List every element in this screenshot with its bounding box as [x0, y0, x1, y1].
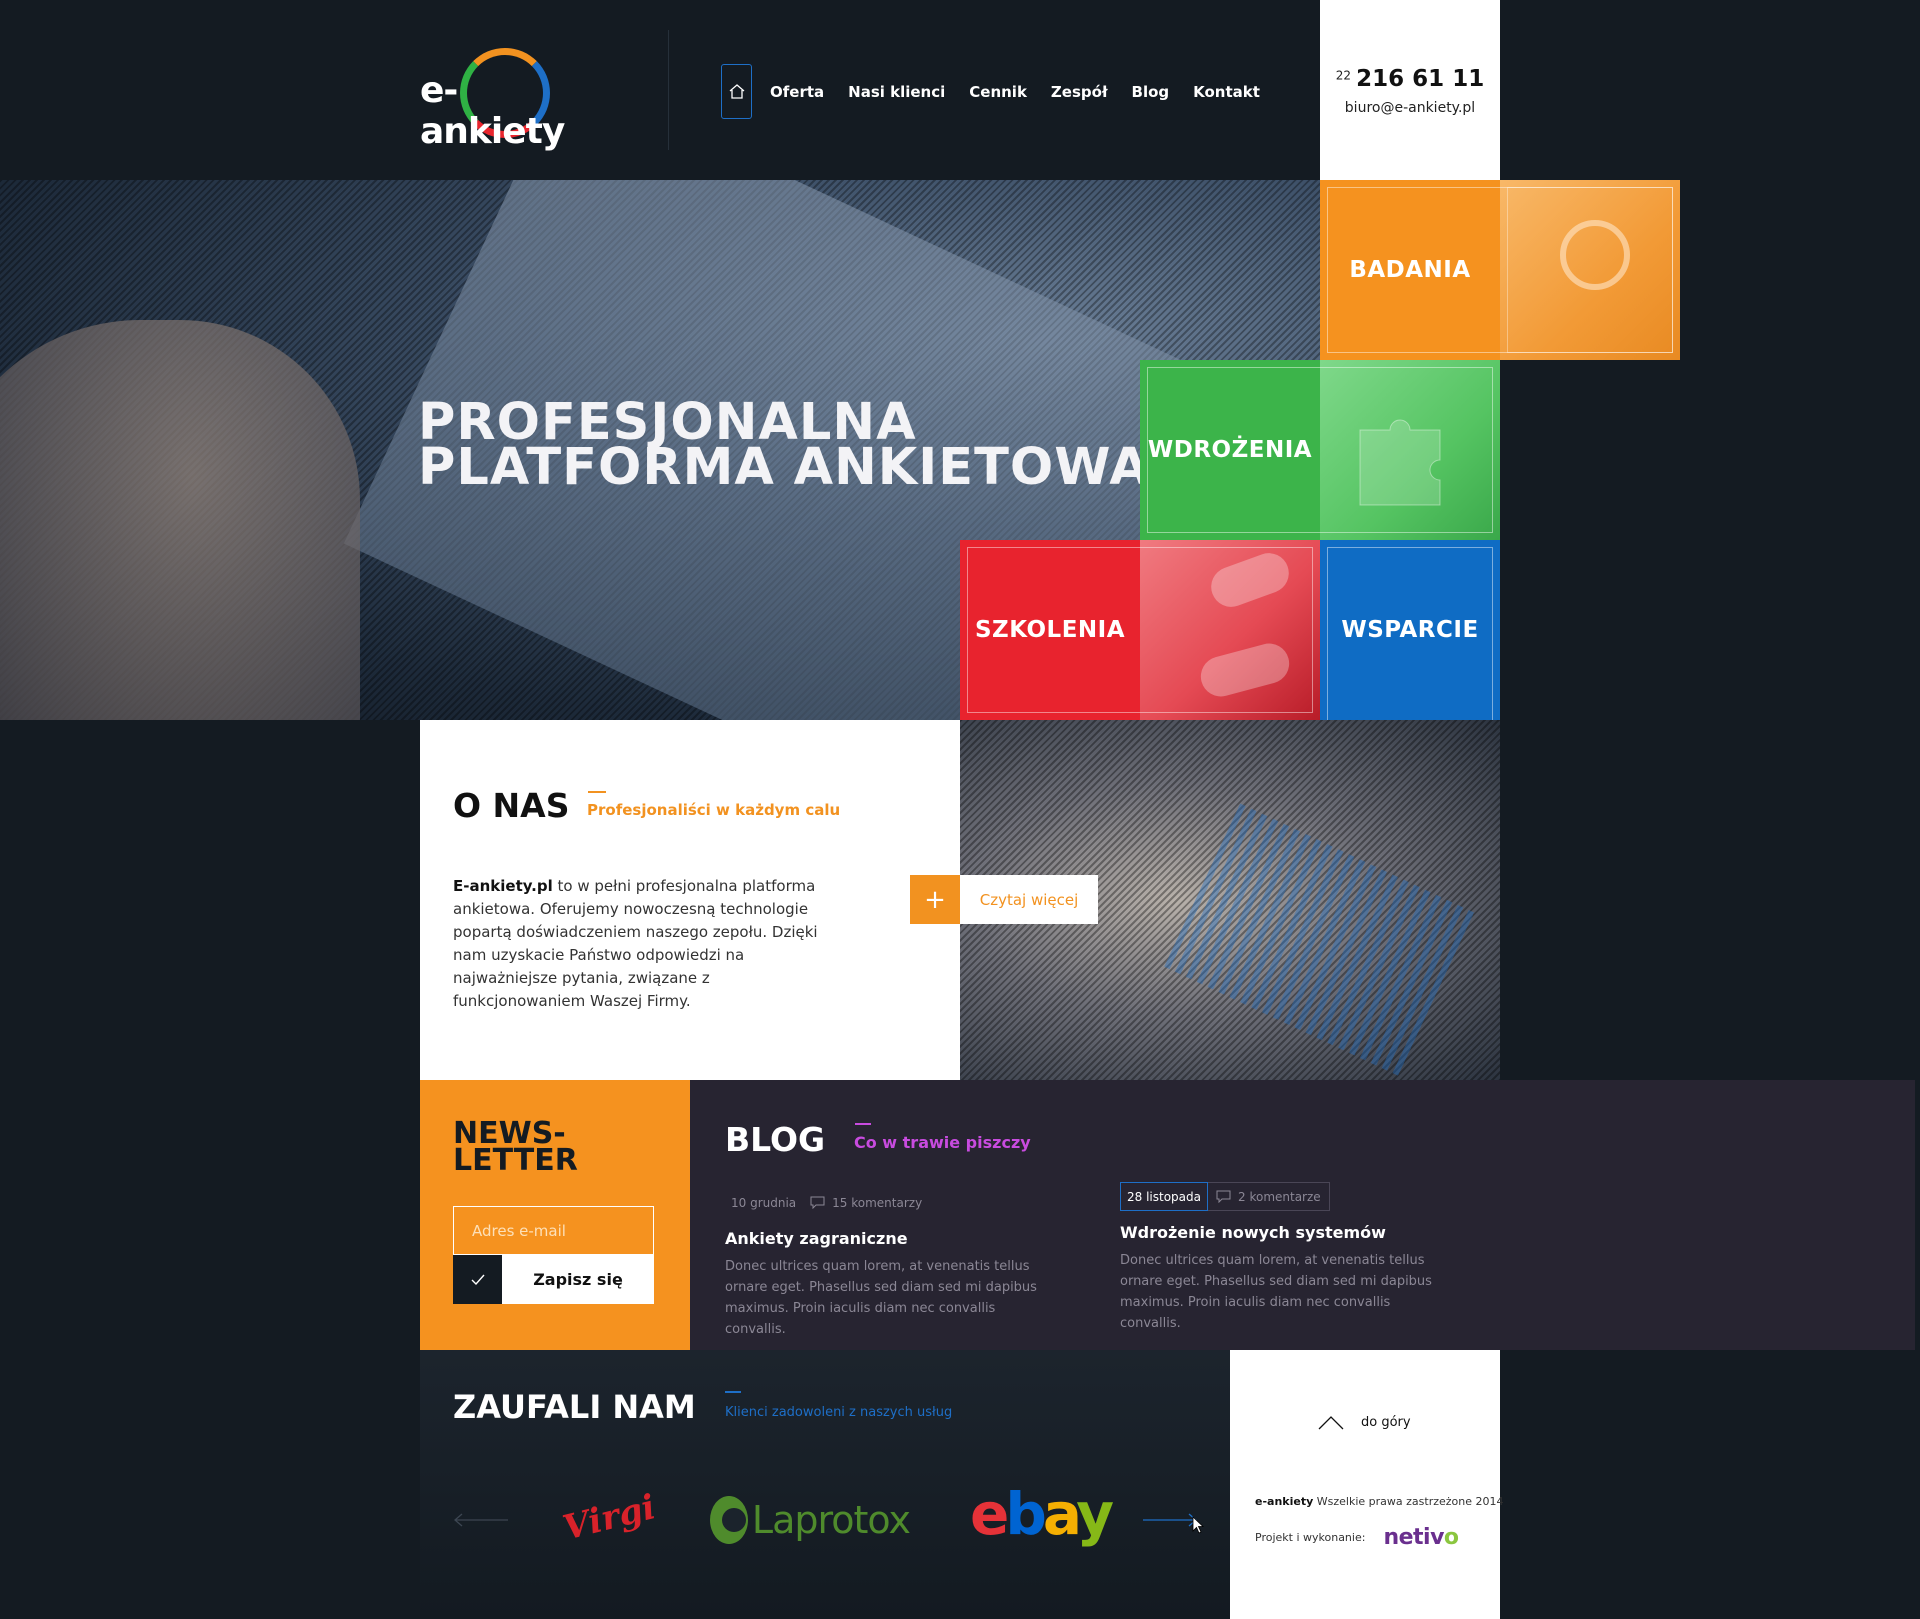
contact-email[interactable]: biuro@e-ankiety.pl — [1320, 100, 1500, 116]
about-body: E-ankiety.pl to w pełni profesjonalna pl… — [453, 875, 833, 1013]
about-section: O NAS Profesjonaliści w każdym calu E-an… — [420, 720, 960, 1080]
blog-post-comments[interactable]: 2 komentarze — [1208, 1182, 1330, 1211]
tile-wdrozenia-frame — [1147, 367, 1493, 533]
blog-post[interactable]: 28 listopada 2 komentarze Wdrożenie nowy… — [1120, 1182, 1450, 1334]
hero-title: PROFESJONALNA PLATFORMA ANKIETOWA — [418, 397, 1150, 497]
blog-post-comments-label: 2 komentarze — [1238, 1189, 1321, 1204]
about-title: O NAS — [453, 786, 570, 825]
back-to-top-button[interactable]: do góry — [1318, 1415, 1411, 1430]
ebay-letter-b: b — [1005, 1480, 1046, 1548]
read-more-button[interactable]: + Czytaj więcej — [910, 875, 1098, 924]
about-text: to w pełni profesjonalna platforma ankie… — [453, 877, 818, 1010]
client-logo-virgin[interactable]: Virgin — [555, 1480, 683, 1555]
client-logo-laprotox[interactable]: Laprotox — [710, 1490, 911, 1550]
blog-post-comments[interactable]: 15 komentarzy — [802, 1188, 930, 1217]
nav-item-cennik[interactable]: Cennik — [969, 83, 1027, 101]
about-subtitle: Profesjonaliści w każdym calu — [587, 801, 841, 819]
nav-item-oferta[interactable]: Oferta — [770, 83, 824, 101]
ebay-letter-a: a — [1042, 1480, 1080, 1548]
about-dash — [588, 791, 606, 793]
nav-item-zespol[interactable]: Zespół — [1051, 83, 1108, 101]
virgin-logo-icon: Virgin — [559, 1481, 683, 1548]
nav-item-nasi-klienci[interactable]: Nasi klienci — [848, 83, 945, 101]
blog-post-date: 10 grudnia — [731, 1195, 797, 1210]
read-more-label: Czytaj więcej — [960, 875, 1098, 924]
blog-title: BLOG — [725, 1120, 826, 1159]
credit: Projekt i wykonanie: netivo — [1255, 1525, 1459, 1550]
back-to-top-label: do góry — [1361, 1415, 1411, 1430]
blog-post-date: 28 listopada — [1120, 1182, 1208, 1211]
subscribe-button[interactable]: Zapisz się — [453, 1255, 654, 1304]
svg-text:Virgin: Virgin — [559, 1481, 655, 1548]
arrow-right-icon[interactable] — [1142, 1510, 1198, 1530]
credit-label: Projekt i wykonanie: — [1255, 1531, 1366, 1544]
blog-post-title[interactable]: Ankiety zagraniczne — [725, 1229, 1055, 1248]
tile-szkolenia-frame — [967, 547, 1313, 713]
plus-icon: + — [910, 875, 960, 924]
copyright: e-ankiety Wszelkie prawa zastrzeżone 201… — [1255, 1495, 1504, 1508]
nav-item-kontakt[interactable]: Kontakt — [1193, 83, 1260, 101]
home-icon — [729, 84, 744, 99]
ebay-letter-e: e — [970, 1480, 1009, 1548]
comment-icon — [1216, 1190, 1231, 1203]
blog-post-title[interactable]: Wdrożenie nowych systemów — [1120, 1223, 1450, 1242]
contact-box: 22 216 61 11 biuro@e-ankiety.pl — [1320, 0, 1500, 180]
newsletter-title-line2: LETTER — [453, 1143, 578, 1178]
checkmark-icon — [453, 1255, 502, 1304]
email-input[interactable] — [453, 1206, 654, 1255]
laprotox-mark-icon — [710, 1496, 748, 1544]
credit-brand-accent: o — [1443, 1525, 1459, 1550]
tile-badania-frame — [1327, 187, 1673, 353]
newsletter-title: NEWS- LETTER — [453, 1119, 578, 1178]
blog-post[interactable]: 10 grudnia 15 komentarzy Ankiety zagrani… — [725, 1188, 1055, 1340]
blog-section: BLOG Co w trawie piszczy 10 grudnia 15 k… — [690, 1080, 1915, 1350]
laprotox-logo-text: Laprotox — [751, 1498, 911, 1542]
blog-post-excerpt: Donec ultrices quam lorem, at venenatis … — [1120, 1253, 1432, 1331]
comment-icon — [810, 1196, 825, 1209]
chevron-up-icon — [1318, 1415, 1344, 1429]
hero-title-line2: PLATFORMA ANKIETOWA — [418, 438, 1150, 497]
main-nav: Oferta Nasi klienci Cennik Zespół Blog K… — [721, 64, 1284, 119]
blog-post-comments-label: 15 komentarzy — [832, 1195, 923, 1210]
hero-photo-hand — [0, 320, 360, 720]
blog-post-excerpt: Donec ultrices quam lorem, at venenatis … — [725, 1259, 1037, 1337]
credit-brand-logo[interactable]: netivo — [1383, 1525, 1459, 1550]
nav-home-button[interactable] — [721, 64, 752, 119]
logo-text: e-ankiety — [420, 70, 565, 152]
arrow-left-icon[interactable] — [453, 1510, 509, 1530]
phone-prefix: 22 — [1335, 68, 1352, 83]
newsletter-section: NEWS- LETTER Zapisz się — [420, 1080, 690, 1350]
footer-box: do góry e-ankiety Wszelkie prawa zastrze… — [1230, 1350, 1504, 1619]
site-logo[interactable]: e-ankiety — [420, 48, 585, 152]
nav-item-blog[interactable]: Blog — [1132, 83, 1170, 101]
clients-dash — [725, 1391, 741, 1393]
client-logo-ebay[interactable]: ebay — [970, 1480, 1114, 1548]
header-divider — [668, 30, 669, 150]
blog-post-meta: 10 grudnia 15 komentarzy — [725, 1188, 1055, 1217]
phone-number[interactable]: 216 61 11 — [1356, 66, 1484, 92]
blog-post-meta: 28 listopada 2 komentarze — [1120, 1182, 1450, 1211]
ebay-letter-y: y — [1076, 1480, 1114, 1548]
copyright-brand: e-ankiety — [1255, 1495, 1314, 1508]
blog-subtitle: Co w trawie piszczy — [854, 1133, 1031, 1152]
clients-section: ZAUFALI NAM Klienci zadowoleni z naszych… — [420, 1350, 1230, 1619]
blog-dash — [855, 1123, 871, 1125]
credit-brand-main: netiv — [1383, 1525, 1444, 1550]
about-brand: E-ankiety.pl — [453, 877, 553, 895]
clients-subtitle: Klienci zadowoleni z naszych usług — [725, 1405, 953, 1420]
subscribe-label: Zapisz się — [533, 1270, 623, 1289]
clients-title: ZAUFALI NAM — [453, 1388, 696, 1426]
copyright-text: Wszelkie prawa zastrzeżone 2014 — [1313, 1495, 1504, 1508]
mouse-cursor-icon — [1192, 1516, 1204, 1534]
